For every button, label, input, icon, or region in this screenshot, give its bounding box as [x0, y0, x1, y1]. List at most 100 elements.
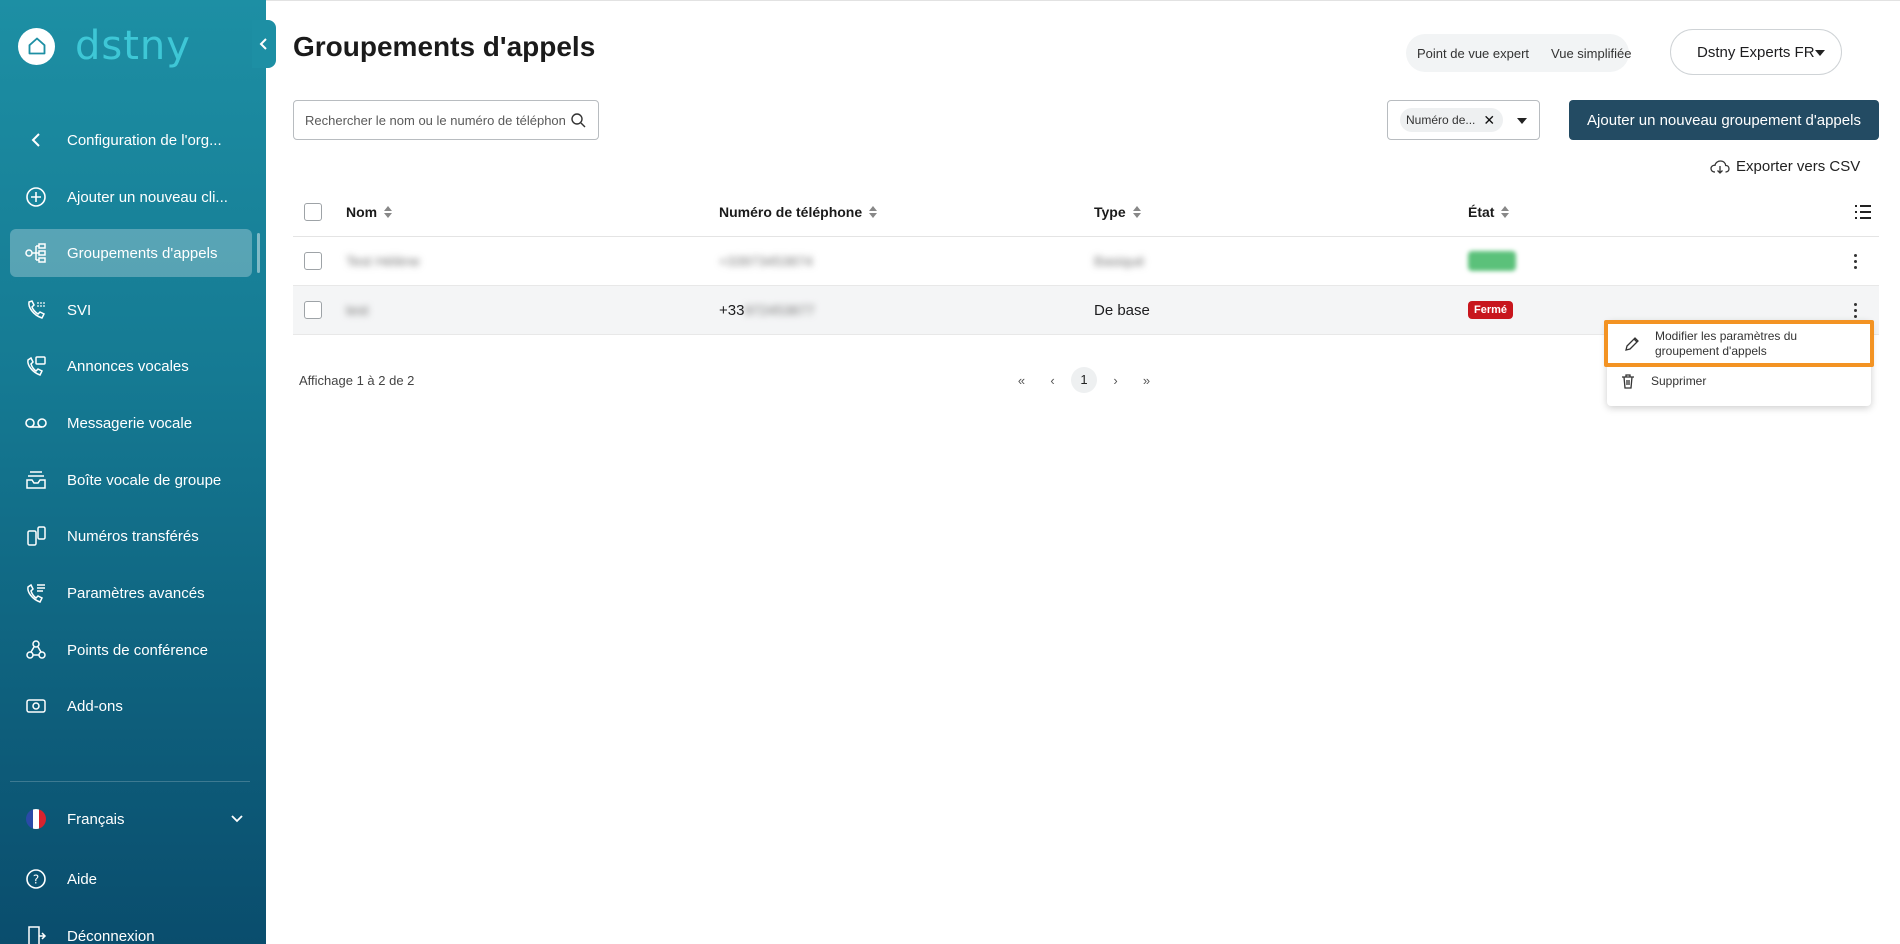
export-label: Exporter vers CSV — [1736, 158, 1861, 175]
row-actions-button[interactable] — [1854, 253, 1857, 269]
column-header-phone[interactable]: Numéro de téléphone — [719, 204, 878, 220]
prev-page-button[interactable]: ‹ — [1037, 373, 1068, 388]
sidebar-item-logout[interactable]: Déconnexion — [10, 912, 252, 944]
transfer-phone-icon — [23, 523, 49, 549]
logo-row: dstny — [18, 23, 191, 69]
search-icon[interactable] — [570, 112, 586, 128]
settings-phone-icon — [23, 580, 49, 606]
phone-number-filter[interactable]: Numéro de... ✕ — [1387, 100, 1540, 140]
sidebar-item-label: Boîte vocale de groupe — [67, 471, 222, 489]
sidebar-divider — [10, 781, 250, 782]
sidebar-item-conference-points[interactable]: Points de conférence — [10, 626, 252, 674]
chevron-down-icon — [231, 815, 243, 823]
column-header-type[interactable]: Type — [1094, 204, 1141, 220]
current-page[interactable]: 1 — [1071, 367, 1097, 393]
pagination: « ‹ 1 › » — [1006, 367, 1162, 393]
close-icon[interactable]: ✕ — [1483, 112, 1495, 129]
column-settings-icon[interactable] — [1854, 203, 1872, 221]
sidebar-item-label: Aide — [67, 870, 98, 888]
help-icon: ? — [23, 866, 49, 892]
hunt-group-icon — [23, 240, 49, 266]
language-label: Français — [67, 810, 125, 828]
sort-icon — [384, 206, 393, 218]
french-flag-icon — [26, 809, 46, 829]
sidebar-item-forwarded-numbers[interactable]: Numéros transférés — [10, 512, 252, 560]
delete-label: Supprimer — [1651, 374, 1707, 388]
search-input[interactable] — [305, 112, 565, 128]
sidebar-item-voice-announcements[interactable]: Annonces vocales — [10, 342, 252, 390]
delete-menu-item[interactable]: Supprimer — [1607, 369, 1871, 393]
ivr-phone-icon — [23, 297, 49, 323]
edit-call-group-menu-item[interactable]: Modifier les paramètres du groupement d'… — [1604, 320, 1874, 367]
sidebar-item-call-groups[interactable]: Groupements d'appels — [10, 229, 260, 277]
conference-icon — [23, 637, 49, 663]
home-button[interactable] — [18, 27, 55, 65]
filter-chip: Numéro de... ✕ — [1400, 108, 1504, 132]
sidebar-item-label: Déconnexion — [67, 927, 155, 944]
view-mode-toggle: Point de vue expert Vue simplifiée — [1406, 34, 1631, 72]
row-phone: +33973453874 — [719, 253, 813, 269]
brand-logo: dstny — [75, 23, 191, 69]
more-vertical-icon — [1854, 302, 1857, 318]
sidebar-item-add-client[interactable]: Ajouter un nouveau cli... — [10, 173, 252, 221]
sidebar-item-label: Add-ons — [67, 697, 123, 715]
cloud-download-icon — [1710, 159, 1730, 174]
sidebar-item-label: Ajouter un nouveau cli... — [67, 188, 228, 206]
export-csv-link[interactable]: Exporter vers CSV — [1710, 158, 1860, 175]
select-all-checkbox[interactable] — [304, 203, 322, 221]
sort-icon — [1132, 206, 1141, 218]
pencil-icon — [1624, 336, 1640, 352]
add-call-group-button[interactable]: Ajouter un nouveau groupement d'appels — [1569, 100, 1879, 140]
voicemail-icon — [23, 410, 49, 436]
first-page-button[interactable]: « — [1006, 373, 1037, 388]
sidebar-item-ivr[interactable]: SVI — [10, 286, 252, 334]
language-selector[interactable]: Français — [10, 795, 252, 843]
sort-icon — [869, 206, 878, 218]
filter-chip-label: Numéro de... — [1406, 113, 1476, 127]
column-header-name[interactable]: Nom — [346, 204, 393, 220]
addons-icon — [23, 693, 49, 719]
sidebar-item-addons[interactable]: Add-ons — [10, 682, 252, 730]
home-icon — [28, 37, 45, 55]
sidebar: dstny Configuration de l'org... Ajouter … — [0, 0, 276, 944]
row-context-menu: Modifier les paramètres du groupement d'… — [1604, 320, 1874, 406]
next-page-button[interactable]: › — [1100, 373, 1131, 388]
plus-circle-icon — [23, 184, 49, 210]
last-page-button[interactable]: » — [1131, 373, 1162, 388]
svg-text:?: ? — [33, 873, 39, 887]
announcement-icon — [23, 353, 49, 379]
sidebar-item-help[interactable]: ? Aide — [10, 855, 252, 903]
call-groups-table: Nom Numéro de téléphone Type État Test H… — [293, 188, 1879, 335]
sidebar-item-label: Configuration de l'org... — [67, 131, 222, 149]
status-badge: Fermé — [1468, 301, 1514, 319]
simplified-view-option[interactable]: Vue simplifiée — [1540, 46, 1642, 61]
sidebar-item-label: Messagerie vocale — [67, 414, 193, 432]
sort-icon — [1501, 206, 1510, 218]
more-vertical-icon — [1854, 253, 1857, 269]
caret-down-icon — [1815, 50, 1825, 56]
caret-down-icon[interactable] — [1517, 118, 1527, 124]
table-row[interactable]: Test Hélène +33973453874 Basiqué Ouvert — [293, 237, 1879, 286]
row-name: Test Hélène — [346, 253, 420, 269]
sidebar-item-advanced-settings[interactable]: Paramètres avancés — [10, 569, 252, 617]
row-checkbox[interactable] — [304, 252, 322, 270]
sidebar-item-organisation-config[interactable]: Configuration de l'org... — [10, 116, 252, 164]
row-checkbox[interactable] — [304, 301, 322, 319]
column-header-state[interactable]: État — [1468, 204, 1510, 220]
sidebar-item-group-voicebox[interactable]: Boîte vocale de groupe — [10, 456, 252, 504]
logout-icon — [23, 923, 49, 944]
sidebar-item-voicemail[interactable]: Messagerie vocale — [10, 399, 252, 447]
row-actions-button[interactable] — [1854, 302, 1857, 318]
account-selector[interactable]: Dstny Experts FR — [1670, 29, 1842, 75]
row-name: test — [346, 302, 369, 318]
main-content: Groupements d'appels Point de vue expert… — [266, 0, 1900, 944]
row-phone: +33 972453877 — [719, 301, 815, 319]
chevron-left-icon — [23, 127, 49, 153]
edit-label: Modifier les paramètres du groupement d'… — [1655, 328, 1798, 358]
expert-view-option[interactable]: Point de vue expert — [1406, 46, 1540, 61]
sidebar-item-label: Annonces vocales — [67, 357, 189, 375]
sidebar-item-label: Numéros transférés — [67, 527, 199, 545]
row-type: Basiqué — [1094, 253, 1145, 269]
status-badge: Ouvert — [1468, 251, 1516, 271]
results-summary: Affichage 1 à 2 de 2 — [299, 373, 415, 388]
